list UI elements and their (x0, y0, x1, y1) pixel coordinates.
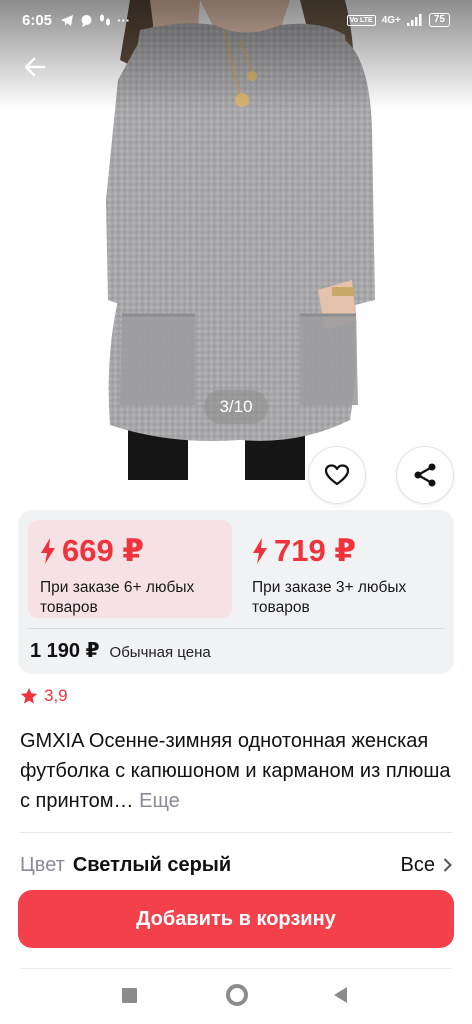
back-arrow-icon[interactable] (18, 50, 52, 84)
volte-badge: Vo LTE (346, 14, 376, 26)
divider (20, 832, 452, 833)
telegram-icon (61, 14, 74, 26)
more-dots-icon: ··· (117, 12, 131, 28)
all-colors-link[interactable]: Все (401, 852, 452, 876)
share-icon (414, 463, 436, 487)
chat-icon (81, 14, 92, 27)
add-to-cart-button[interactable]: Добавить в корзину (18, 890, 454, 948)
regular-price: 1 190 ₽ (30, 640, 100, 662)
color-value: Светлый серый (72, 854, 232, 876)
status-bar: 6:05 ··· Vo LTE 4G+ 75 (0, 0, 472, 40)
heart-icon (324, 464, 350, 486)
divider (20, 968, 452, 969)
product-title-text: GMXIA Осенне-зимняя однотонная женская ф… (20, 730, 451, 812)
lightning-icon (253, 538, 267, 564)
product-title: GMXIA Осенне-зимняя однотонная женская ф… (20, 726, 452, 816)
offer-price: 719 ₽ (274, 533, 356, 568)
bulk-offer-6[interactable]: 669 ₽ При заказе 6+ любых товаров (28, 520, 232, 618)
image-counter: 3/10 (204, 390, 268, 424)
regular-price-row: 1 190 ₽ Обычная цена (30, 638, 211, 663)
more-link[interactable]: Еще (139, 790, 180, 812)
regular-price-label: Обычная цена (109, 644, 211, 661)
system-indicators: Vo LTE 4G+ 75 (346, 13, 450, 27)
color-selector-row[interactable]: Цвет Светлый серый Все (20, 852, 452, 876)
system-back-icon[interactable] (334, 987, 347, 1003)
system-navigation-bar (0, 970, 472, 1024)
price-card: 669 ₽ При заказе 6+ любых товаров 719 ₽ … (18, 510, 454, 674)
favorite-button[interactable] (308, 446, 366, 504)
color-label: Цвет (20, 854, 65, 876)
footprints-icon (100, 14, 111, 25)
lightning-icon (41, 538, 55, 564)
network-type: 4G+ (381, 14, 401, 26)
home-icon[interactable] (226, 984, 248, 1006)
bulk-offer-3[interactable]: 719 ₽ При заказе 3+ любых товаров (240, 520, 444, 618)
recent-apps-icon[interactable] (122, 988, 137, 1003)
share-button[interactable] (396, 446, 454, 504)
rating-value: 3,9 (44, 686, 68, 705)
offer-condition: При заказе 3+ любых товаров (252, 579, 407, 616)
status-time: 6:05 (22, 11, 53, 29)
product-image-gallery[interactable] (0, 0, 472, 500)
chevron-right-icon (443, 858, 452, 872)
offer-condition: При заказе 6+ любых товаров (40, 579, 195, 616)
notification-icons: ··· (60, 13, 130, 28)
signal-icon (406, 14, 422, 26)
offer-price: 669 ₽ (62, 533, 144, 568)
all-colors-label: Все (400, 854, 435, 876)
battery-icon: 75 (428, 13, 450, 27)
rating[interactable]: 3,9 (20, 686, 68, 706)
star-icon (20, 687, 38, 704)
divider (28, 628, 444, 629)
